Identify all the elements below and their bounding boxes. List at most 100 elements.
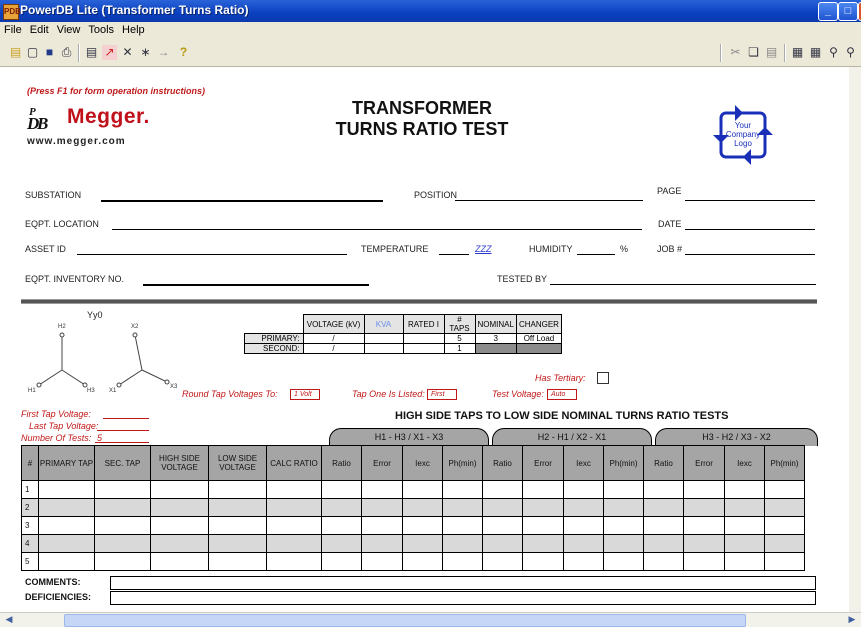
table-cell[interactable] [266, 534, 322, 553]
temperature-unit[interactable]: ZZZ [475, 244, 492, 254]
eqpt-location-field[interactable] [112, 229, 642, 230]
table-cell[interactable] [603, 516, 644, 535]
paste-icon[interactable]: ▤ [764, 45, 779, 60]
table-cell[interactable] [321, 516, 362, 535]
table-cell[interactable] [683, 480, 725, 499]
preview-icon[interactable]: ▤ [84, 45, 99, 60]
table-cell[interactable] [764, 498, 805, 517]
open-icon[interactable]: ▤ [8, 45, 23, 60]
table-cell[interactable] [321, 498, 362, 517]
table-cell[interactable] [643, 516, 684, 535]
table-cell[interactable] [402, 498, 443, 517]
substation-field[interactable] [101, 200, 383, 202]
date-field[interactable] [685, 229, 815, 230]
table-cell[interactable] [764, 516, 805, 535]
table-cell[interactable] [150, 534, 209, 553]
menu-help[interactable]: Help [118, 22, 149, 36]
asset-id-field[interactable] [77, 254, 347, 255]
table-cell[interactable] [603, 534, 644, 553]
table-cell[interactable] [603, 498, 644, 517]
scroll-right-icon[interactable]: ▶ [845, 613, 859, 626]
table-cell[interactable] [321, 534, 362, 553]
table-cell[interactable] [361, 552, 403, 571]
table-cell[interactable] [683, 498, 725, 517]
table-cell[interactable] [683, 534, 725, 553]
table-cell[interactable] [361, 480, 403, 499]
humidity-field[interactable] [577, 254, 615, 255]
vertical-scrollbar[interactable] [849, 67, 861, 612]
inventory-field[interactable] [143, 284, 369, 286]
table-cell[interactable] [724, 480, 765, 499]
table-cell[interactable] [522, 534, 564, 553]
tested-by-field[interactable] [550, 284, 816, 285]
table-cell[interactable] [482, 534, 523, 553]
company-logo[interactable]: Your Company Logo [707, 105, 779, 165]
table-cell[interactable] [724, 534, 765, 553]
table-cell[interactable] [522, 552, 564, 571]
table-cell[interactable] [603, 480, 644, 499]
arrow-icon[interactable]: → [156, 45, 171, 60]
table-cell[interactable] [361, 534, 403, 553]
table-cell[interactable] [522, 480, 564, 499]
table-cell[interactable] [442, 516, 483, 535]
table-cell[interactable] [94, 516, 151, 535]
table-cell[interactable] [683, 516, 725, 535]
table-cell[interactable] [603, 552, 644, 571]
table-cell[interactable] [266, 552, 322, 571]
table-cell[interactable] [683, 552, 725, 571]
table-cell[interactable] [266, 480, 322, 499]
table-cell[interactable] [208, 552, 267, 571]
print-icon[interactable]: ⎙ [59, 45, 74, 60]
table-cell[interactable] [208, 498, 267, 517]
insert-icon[interactable]: ∗ [138, 45, 153, 60]
first-tap-field[interactable] [103, 418, 149, 419]
test-voltage-select[interactable]: Auto [547, 389, 577, 400]
table-cell[interactable] [482, 498, 523, 517]
round-tap-select[interactable]: 1 Volt [290, 389, 320, 400]
table-cell[interactable] [94, 534, 151, 553]
table-cell[interactable] [724, 498, 765, 517]
has-tertiary-checkbox[interactable] [597, 372, 609, 384]
table-cell[interactable] [266, 516, 322, 535]
new-icon[interactable]: ▢ [25, 45, 40, 60]
table-cell[interactable] [643, 498, 684, 517]
deficiencies-field[interactable] [110, 591, 816, 605]
position-field[interactable] [455, 200, 643, 201]
temperature-field[interactable] [439, 254, 469, 255]
table-cell[interactable] [724, 552, 765, 571]
table-cell[interactable] [150, 516, 209, 535]
table-cell[interactable] [38, 534, 95, 553]
chart-icon[interactable]: ↗ [102, 45, 117, 60]
table-cell[interactable] [402, 534, 443, 553]
table-cell[interactable] [764, 534, 805, 553]
table-cell[interactable] [38, 498, 95, 517]
table-cell[interactable] [522, 498, 564, 517]
menu-view[interactable]: View [53, 22, 85, 36]
zoom-icon[interactable]: ⚲ [826, 45, 841, 60]
grid-icon[interactable]: ▦ [790, 45, 805, 60]
table-cell[interactable] [361, 516, 403, 535]
table-cell[interactable] [94, 498, 151, 517]
menu-edit[interactable]: Edit [26, 22, 53, 36]
table-cell[interactable] [482, 516, 523, 535]
table-cell[interactable] [563, 498, 604, 517]
table-cell[interactable] [361, 498, 403, 517]
table-cell[interactable] [563, 552, 604, 571]
table-cell[interactable] [402, 480, 443, 499]
table-cell[interactable] [208, 534, 267, 553]
menu-file[interactable]: File [0, 22, 26, 36]
delete-icon[interactable]: ✕ [120, 45, 135, 60]
table-cell[interactable] [482, 552, 523, 571]
table-cell[interactable] [38, 480, 95, 499]
table-cell[interactable] [150, 480, 209, 499]
table-cell[interactable] [38, 516, 95, 535]
job-field[interactable] [685, 254, 815, 255]
table-cell[interactable] [321, 552, 362, 571]
table-icon[interactable]: ▦ [808, 45, 823, 60]
horizontal-scrollbar[interactable]: ◀ ▶ [0, 612, 861, 627]
help-icon[interactable]: ? [176, 45, 191, 60]
table-cell[interactable] [208, 480, 267, 499]
copy-icon[interactable]: ❏ [746, 45, 761, 60]
table-cell[interactable] [94, 552, 151, 571]
maximize-button[interactable]: □ [838, 2, 858, 21]
